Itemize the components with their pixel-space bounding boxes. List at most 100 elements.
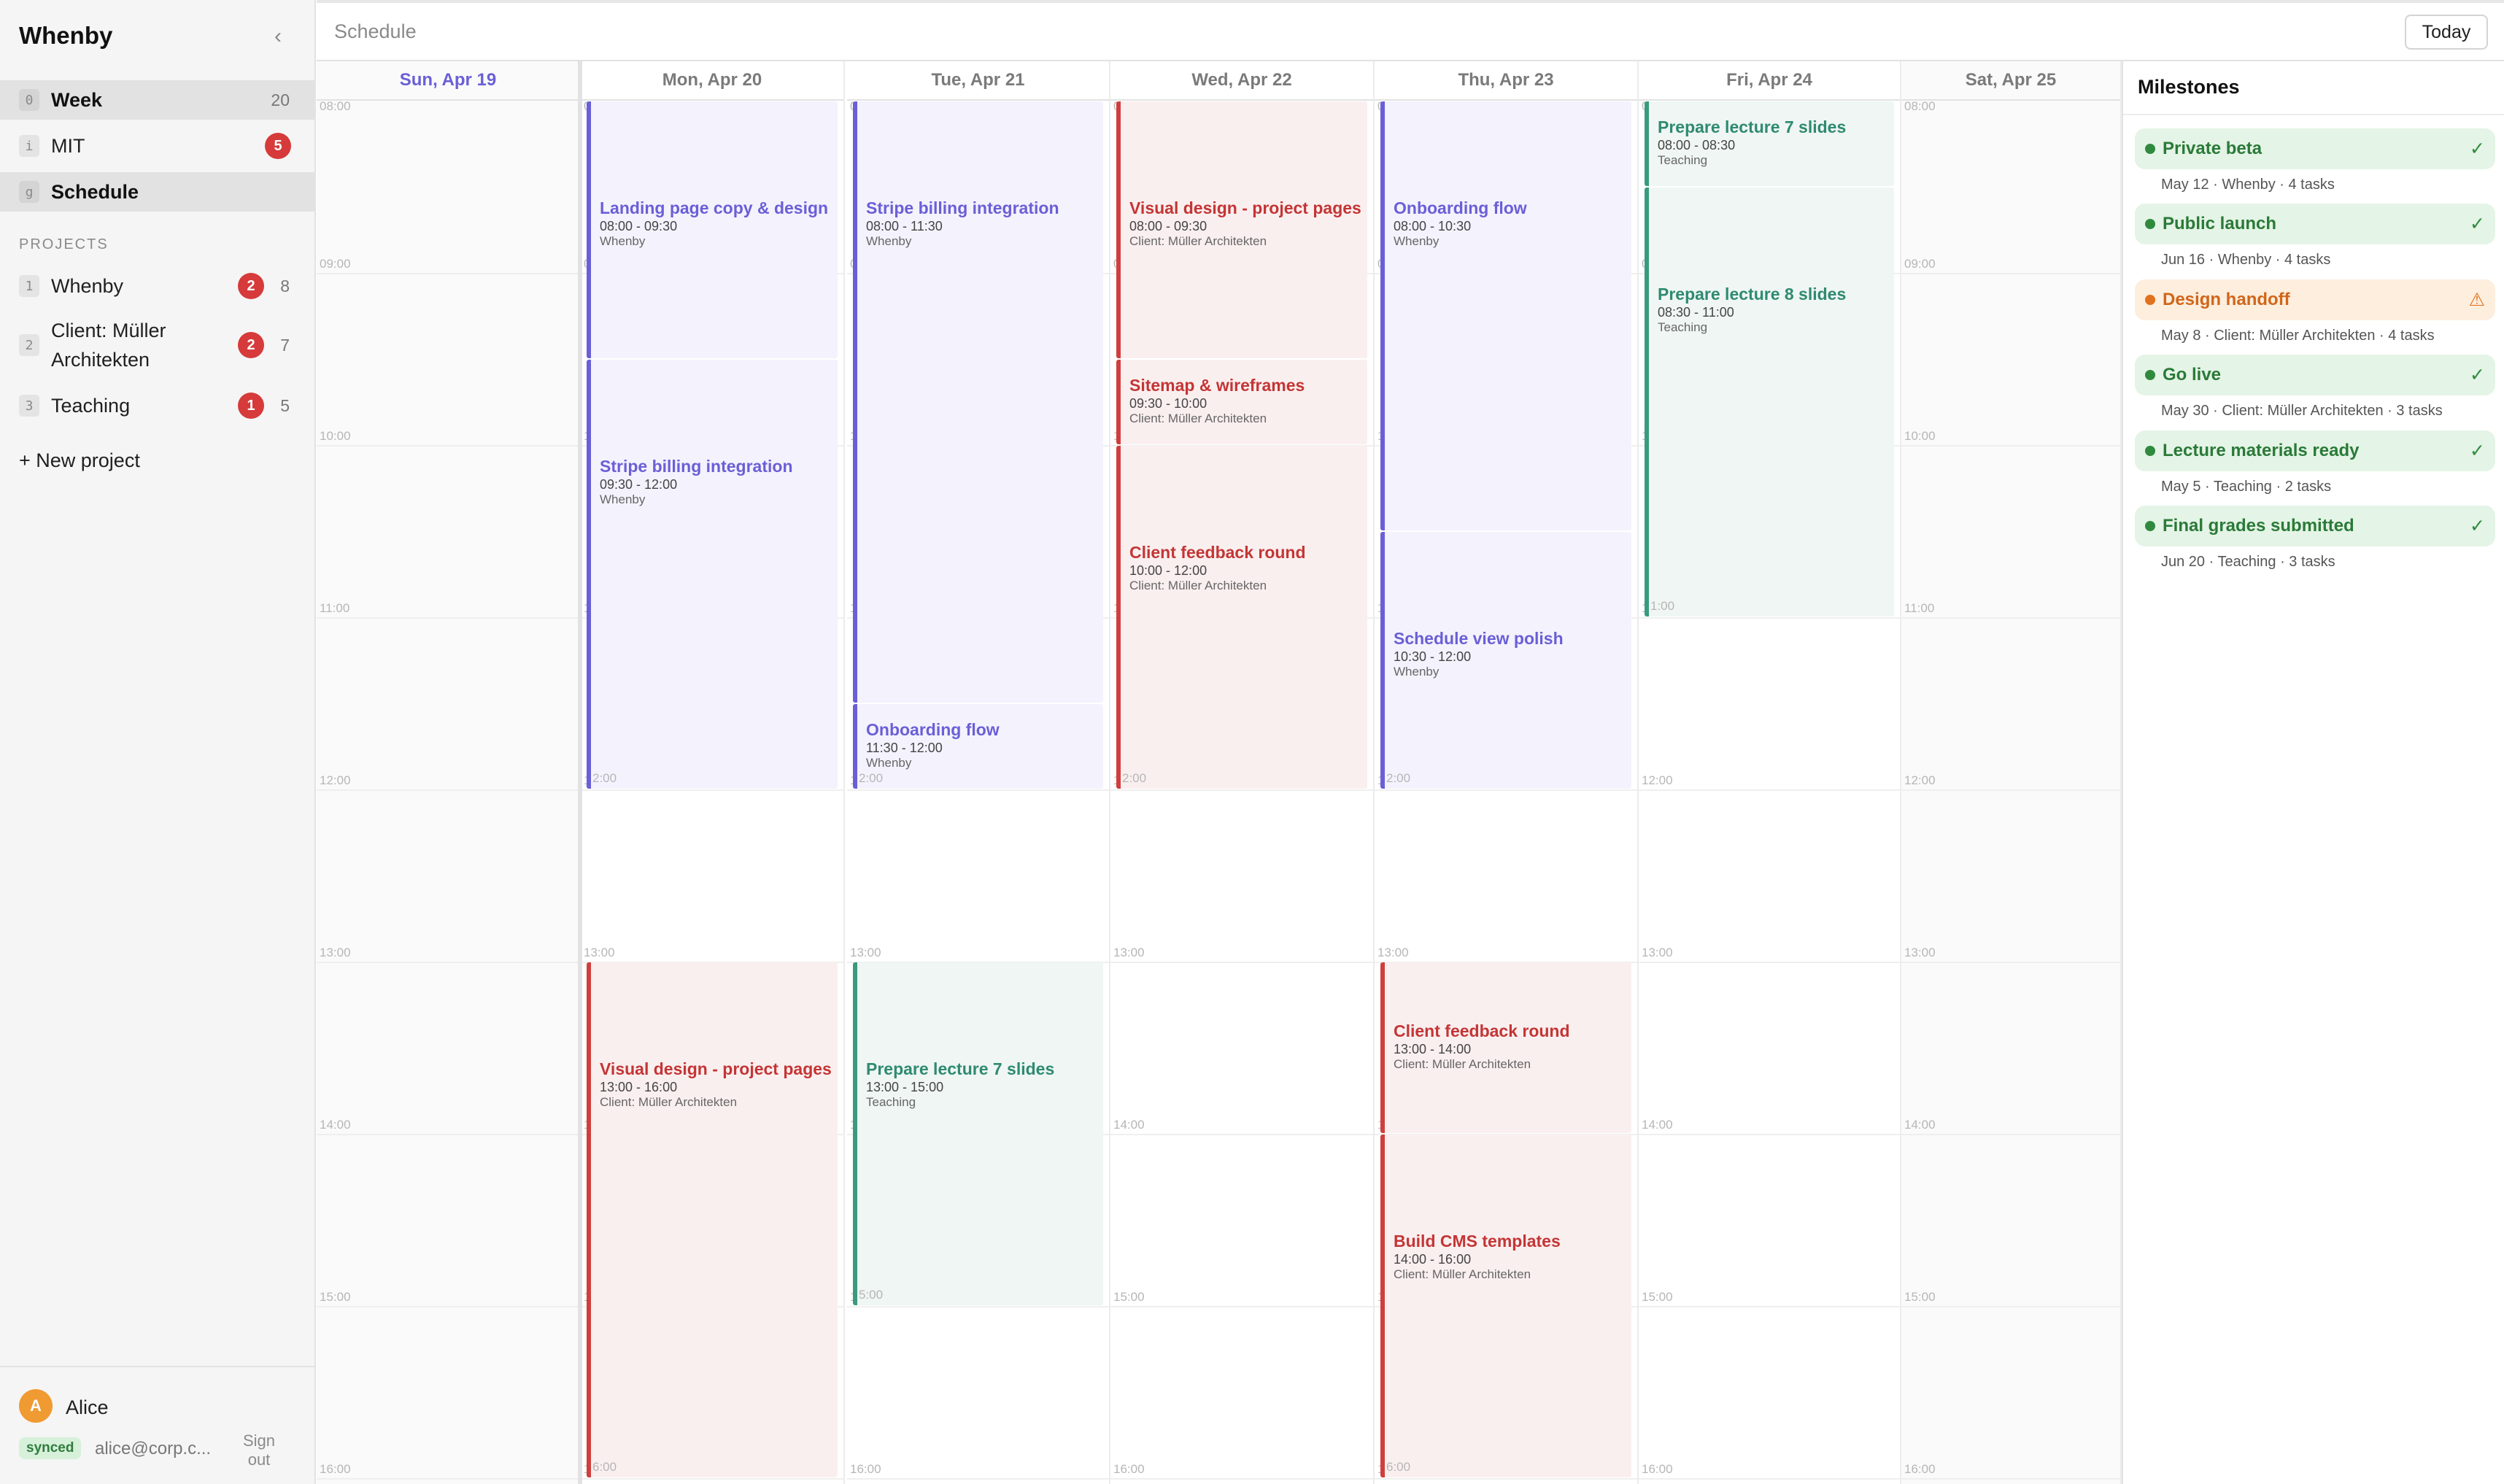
- hour-gridline: [1639, 962, 1900, 963]
- nav-item-week[interactable]: 0 Week 20: [0, 80, 314, 120]
- calendar-event[interactable]: Schedule view polish 10:30 - 12:00 Whenby 2…: [1380, 532, 1631, 789]
- hour-gridline: [1901, 1306, 2120, 1307]
- new-project-button[interactable]: + New project: [19, 449, 140, 472]
- calendar-event[interactable]: Visual design - project pages 08:00 - 09:…: [1116, 101, 1367, 358]
- avatar[interactable]: A: [19, 1389, 53, 1423]
- hour-gridline: [317, 1478, 579, 1480]
- nav-count: 20: [271, 90, 290, 109]
- calendar-event[interactable]: Stripe billing integration 08:00 - 11:30 W…: [853, 101, 1103, 703]
- shortcut-key: 2: [19, 334, 39, 356]
- calendar-event[interactable]: Stripe billing integration 09:30 - 12:00 W…: [587, 360, 838, 789]
- chevron-left-icon[interactable]: ‹: [267, 26, 289, 48]
- event-title: Stripe billing integration: [600, 457, 793, 476]
- event-end-label: 6:00: [1386, 1460, 1411, 1474]
- nav-item-schedule[interactable]: g Schedule: [0, 172, 314, 212]
- hour-label: 08:00: [320, 99, 351, 113]
- calendar-event[interactable]: Prepare lecture 7 slides 13:00 - 15:00 Tea…: [853, 962, 1103, 1305]
- event-title: Prepare lecture 7 slides: [1658, 117, 1847, 136]
- event-title: Landing page copy & design: [600, 198, 829, 217]
- nav-item-label: Week: [51, 88, 103, 111]
- calendar-event[interactable]: Sitemap & wireframes 09:30 - 10:00 Client:…: [1116, 360, 1367, 444]
- hour-label: 11:00: [320, 601, 350, 615]
- hour-gridline: [317, 962, 579, 963]
- today-button[interactable]: Today: [2405, 15, 2488, 50]
- day-column[interactable]: Sun, Apr 19 08:00 09:00 10:00 11:00 12:00 13:0…: [317, 61, 581, 1484]
- hour-gridline: [1639, 789, 1900, 791]
- milestone-card[interactable]: Design handoff ⚠: [2135, 279, 2495, 320]
- user-email: alice@corp.c...: [95, 1439, 212, 1458]
- event-time: 08:00 - 10:30: [1394, 219, 1472, 233]
- calendar-event[interactable]: Client feedback round 13:00 - 14:00 Client…: [1380, 962, 1631, 1133]
- calendar-event[interactable]: Landing page copy & design 08:00 - 09:30 W…: [587, 101, 838, 358]
- milestone-meta: Jun 20 · Teaching · 3 tasks: [2161, 554, 2335, 570]
- hour-gridline: [581, 789, 843, 791]
- sign-out-button[interactable]: Sign out: [232, 1431, 286, 1469]
- milestone-card[interactable]: Final grades submitted ✓: [2135, 506, 2495, 546]
- project-label-line1: Client: Müller: [51, 320, 166, 341]
- status-dot: [2145, 294, 2155, 305]
- hour-gridline: [1110, 1134, 1373, 1135]
- event-title: Client feedback round: [1129, 543, 1306, 562]
- milestones-title: Milestones: [2138, 76, 2240, 98]
- hour-label: 13:00: [1377, 946, 1409, 959]
- event-time: 11:30 - 12:00: [866, 741, 943, 755]
- week-calendar: Sun, Apr 19 08:00 09:00 10:00 11:00 12:00 13:0…: [317, 61, 2122, 1484]
- milestone-name: Final grades submitted: [2163, 516, 2354, 536]
- calendar-event[interactable]: Onboarding flow 11:30 - 12:00 Whenby 2:00: [853, 704, 1103, 789]
- event-title: Client feedback round: [1394, 1021, 1570, 1040]
- milestone-meta: May 5 · Teaching · 2 tasks: [2161, 478, 2332, 495]
- calendar-event[interactable]: Onboarding flow 08:00 - 10:30 Whenby: [1380, 101, 1631, 530]
- hour-gridline: [1639, 617, 1900, 619]
- sync-status-badge: synced: [19, 1437, 82, 1459]
- event-time: 10:30 - 12:00: [1394, 649, 1472, 664]
- hour-gridline: [317, 789, 579, 791]
- project-item-teaching[interactable]: 3 Teaching 1 5: [0, 385, 314, 426]
- milestone-card[interactable]: Go live ✓: [2135, 355, 2495, 396]
- sidebar-footer: A Alice synced alice@corp.c... Sign out: [0, 1366, 314, 1484]
- nav-item-label: MIT: [51, 134, 85, 157]
- nav-item-mit[interactable]: i MIT 5: [0, 126, 314, 166]
- calendar-event[interactable]: Build CMS templates 14:00 - 16:00 Client: …: [1380, 1135, 1631, 1477]
- calendar-event[interactable]: Prepare lecture 8 slides 08:30 - 11:00 Tea…: [1645, 188, 1894, 617]
- milestone-card[interactable]: Public launch ✓: [2135, 204, 2495, 245]
- hour-label: 14:00: [1642, 1118, 1673, 1132]
- event-title: Visual design - project pages: [600, 1059, 832, 1078]
- hour-label: 16:00: [320, 1462, 351, 1476]
- project-item-client-muller[interactable]: 2 Client: Müller Architekten 2 7: [0, 314, 314, 376]
- hour-gridline: [1110, 789, 1373, 791]
- event-title: Visual design - project pages: [1129, 198, 1361, 217]
- milestone-card[interactable]: Lecture materials ready ✓: [2135, 430, 2495, 471]
- event-end-label: 2:00: [859, 771, 884, 785]
- event-time: 08:00 - 11:30: [866, 219, 943, 233]
- day-header: Sun, Apr 19: [317, 61, 579, 101]
- top-bar: Schedule Today: [317, 0, 2504, 61]
- calendar-event[interactable]: Prepare lecture 7 slides 08:00 - 08:30 Tea…: [1645, 101, 1894, 186]
- event-time: 08:00 - 09:30: [600, 219, 678, 233]
- day-column[interactable]: Sat, Apr 25 08:00 09:00 10:00 11:00 12:00 13:0…: [1901, 61, 2122, 1484]
- status-dot: [2145, 219, 2155, 230]
- hour-label: 13:00: [850, 946, 881, 959]
- project-label: Client: Müller Architekten: [51, 316, 166, 374]
- event-project: Whenby: [600, 234, 646, 248]
- project-item-whenby[interactable]: 1 Whenby 2 8: [0, 266, 314, 306]
- hour-label: 16:00: [1642, 1462, 1673, 1476]
- event-project: Whenby: [1394, 665, 1440, 679]
- event-project: Client: Müller Architekten: [600, 1095, 738, 1109]
- event-title: Prepare lecture 7 slides: [866, 1059, 1055, 1078]
- hour-label: 15:00: [320, 1290, 351, 1304]
- sign-out-line2: out: [247, 1450, 271, 1469]
- calendar-event[interactable]: Visual design - project pages 13:00 - 16:…: [587, 962, 838, 1477]
- milestone-name: Design handoff: [2163, 289, 2290, 309]
- event-end-label: 6:00: [592, 1460, 617, 1474]
- hour-gridline: [1901, 445, 2120, 447]
- milestone-name: Lecture materials ready: [2163, 440, 2360, 460]
- event-end-label: 2:00: [1122, 771, 1147, 785]
- milestone-meta: May 30 · Client: Müller Architekten · 3 …: [2161, 403, 2443, 420]
- hour-gridline: [317, 273, 579, 274]
- hour-gridline: [847, 1306, 1109, 1307]
- calendar-event[interactable]: Client feedback round 10:00 - 12:00 Client…: [1116, 446, 1367, 789]
- milestone-card[interactable]: Private beta ✓: [2135, 128, 2495, 169]
- count-badge: 2: [238, 273, 264, 299]
- hour-gridline: [1639, 1134, 1900, 1135]
- hour-gridline: [1901, 617, 2120, 619]
